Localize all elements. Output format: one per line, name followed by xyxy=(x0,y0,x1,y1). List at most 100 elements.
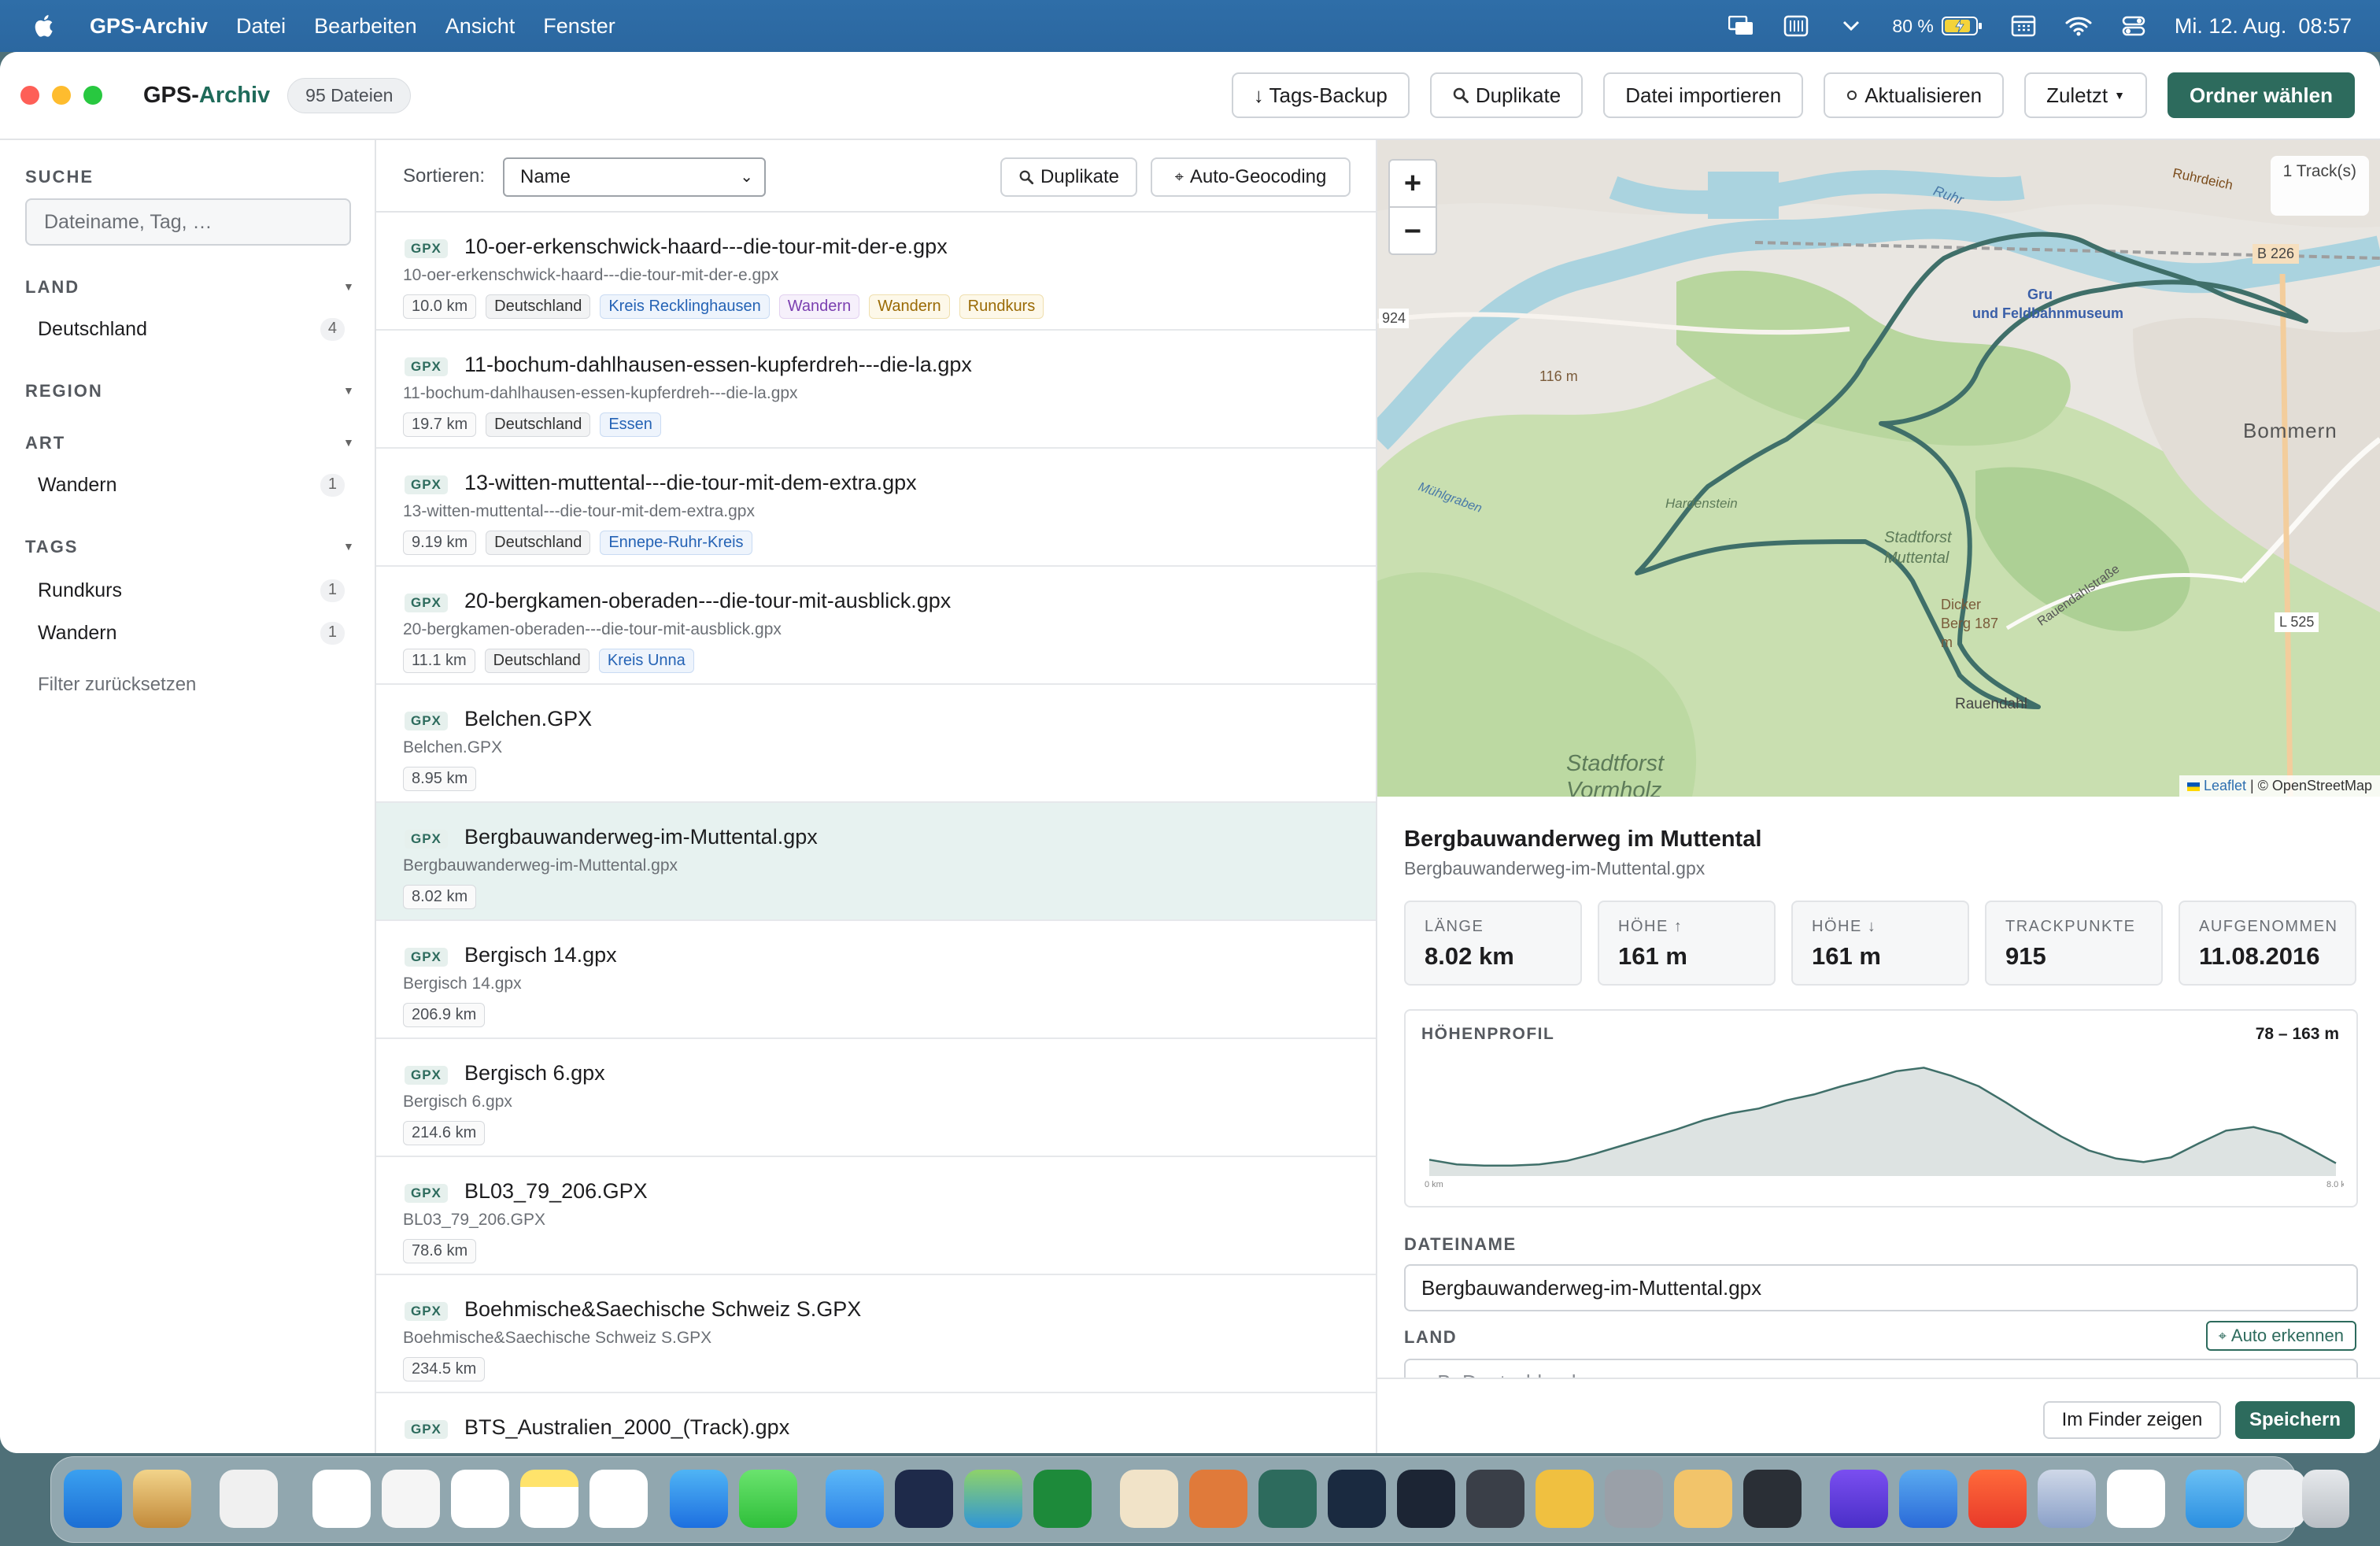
activity-icon[interactable] xyxy=(1328,1470,1386,1528)
trash-icon[interactable] xyxy=(2302,1470,2349,1528)
file-row[interactable]: GPX Bergisch 6.gpx Bergisch 6.gpx 214.6 … xyxy=(376,1039,1376,1157)
calendar-icon[interactable] xyxy=(589,1470,648,1528)
burst-app-icon[interactable] xyxy=(1968,1470,2027,1528)
art-heading[interactable]: ART xyxy=(25,433,65,453)
launchpad-icon[interactable] xyxy=(220,1470,278,1528)
chevron-down-icon[interactable] xyxy=(1837,14,1865,38)
file-row[interactable]: GPX BL03_79_206.GPX BL03_79_206.GPX 78.6… xyxy=(376,1157,1376,1275)
gps-archiv-icon[interactable] xyxy=(1258,1470,1317,1528)
mail-icon[interactable] xyxy=(826,1470,884,1528)
sidebar-item-deutschland[interactable]: Deutschland 4 xyxy=(38,318,345,341)
menu-datei[interactable]: Datei xyxy=(236,14,286,39)
recent-dropdown[interactable]: Zuletzt ▼ xyxy=(2024,72,2147,118)
tags-heading[interactable]: TAGS xyxy=(25,537,78,557)
finder-icon[interactable] xyxy=(64,1470,122,1528)
close-window-button[interactable] xyxy=(20,86,39,105)
file-row-selected[interactable]: GPX Bergbauwanderweg-im-Muttental.gpx Be… xyxy=(376,803,1376,921)
sort-select[interactable]: Name ⌄ xyxy=(503,157,766,197)
tags-caret-icon[interactable]: ▼ xyxy=(343,540,354,553)
compass-icon[interactable] xyxy=(1397,1470,1455,1528)
keyboard-icon[interactable] xyxy=(1782,14,1810,38)
pages-icon[interactable] xyxy=(133,1470,191,1528)
keyboard-app-icon[interactable] xyxy=(1743,1470,1802,1528)
file-row[interactable]: GPX 20-bergkamen-oberaden---die-tour-mit… xyxy=(376,567,1376,685)
messages-icon[interactable] xyxy=(739,1470,797,1528)
wifi-icon[interactable] xyxy=(2064,14,2093,38)
numbers-icon[interactable] xyxy=(1033,1470,1092,1528)
sidebar-tag-wandern[interactable]: Wandern 1 xyxy=(38,622,345,645)
archive-app-icon[interactable] xyxy=(1674,1470,1732,1528)
drive-icon[interactable] xyxy=(2247,1470,2305,1528)
refresh-icon xyxy=(1847,91,1857,100)
folder-app-icon[interactable] xyxy=(1189,1470,1247,1528)
region-heading[interactable]: REGION xyxy=(25,381,103,401)
music-app-icon[interactable] xyxy=(1120,1470,1178,1528)
auto-detect-button[interactable]: ⌖ Auto erkennen xyxy=(2205,1321,2356,1351)
minimize-window-button[interactable] xyxy=(52,86,71,105)
preview-app-icon[interactable] xyxy=(1899,1470,1957,1528)
system-settings-icon[interactable] xyxy=(1605,1470,1663,1528)
calendar-grid-icon[interactable] xyxy=(2009,14,2038,38)
chatgpt-icon[interactable] xyxy=(1466,1470,1524,1528)
save-button[interactable]: Speichern xyxy=(2235,1401,2355,1439)
choose-folder-button[interactable]: Ordner wählen xyxy=(2167,72,2355,118)
art-caret-icon[interactable]: ▼ xyxy=(343,436,354,449)
list-duplicates-button[interactable]: Duplikate xyxy=(1000,157,1137,197)
layers-app-icon[interactable] xyxy=(964,1470,1022,1528)
zoom-window-button[interactable] xyxy=(83,86,102,105)
safari-icon[interactable] xyxy=(670,1470,728,1528)
file-row[interactable]: GPX BTS_Australien_2000_(Track).gpx xyxy=(376,1393,1376,1453)
menu-clock[interactable]: Mi. 12. Aug. 08:57 xyxy=(2175,14,2352,39)
file-row[interactable]: GPX 11-bochum-dahlhausen-essen-kupferdre… xyxy=(376,331,1376,449)
battery-status[interactable]: 80 % xyxy=(1892,16,1982,37)
tags-backup-button[interactable]: ↓ Tags-Backup xyxy=(1231,72,1410,118)
target-app-icon[interactable] xyxy=(1536,1470,1594,1528)
downloads-folder-icon[interactable] xyxy=(2186,1470,2244,1528)
bird-app-icon[interactable] xyxy=(382,1470,440,1528)
file-row[interactable]: GPX Boehmische&Saechische Schweiz S.GPX … xyxy=(376,1275,1376,1393)
crosshair-icon: ⌖ xyxy=(2218,1327,2227,1344)
gpx-badge: GPX xyxy=(405,948,448,967)
reset-filter-link[interactable]: Filter zurücksetzen xyxy=(38,674,196,696)
refresh-button[interactable]: Aktualisieren xyxy=(1824,72,2005,118)
track-map[interactable]: Bommern Rauendahl Stadtforst Vormholz St… xyxy=(1377,140,2380,797)
menu-ansicht[interactable]: Ansicht xyxy=(445,14,516,39)
search-input[interactable]: Dateiname, Tag, … xyxy=(25,198,351,246)
zoom-in-button[interactable]: + xyxy=(1390,161,1436,208)
file-row[interactable]: GPX 13-witten-muttental---die-tour-mit-d… xyxy=(376,449,1376,567)
wave-app-icon[interactable] xyxy=(895,1470,953,1528)
sidebar-tag-rundkurs[interactable]: Rundkurs 1 xyxy=(38,579,345,602)
leaflet-link[interactable]: Leaflet xyxy=(2204,778,2246,793)
map-label-bommern: Bommern xyxy=(2243,419,2338,442)
cylinder-app-icon[interactable] xyxy=(2038,1470,2096,1528)
s-app-icon[interactable] xyxy=(2107,1470,2165,1528)
map-label-stadtforst: Stadtforst xyxy=(1566,751,1665,776)
apple-icon[interactable] xyxy=(31,13,58,39)
notes-icon[interactable] xyxy=(520,1470,578,1528)
auto-geocoding-button[interactable]: ⌖ Auto-Geocoding xyxy=(1151,157,1351,197)
land-caret-icon[interactable]: ▼ xyxy=(343,280,354,293)
file-row[interactable]: GPX Bergisch 14.gpx Bergisch 14.gpx 206.… xyxy=(376,921,1376,1039)
track-title: Bergbauwanderweg im Muttental xyxy=(1404,827,1762,852)
import-file-button[interactable]: Datei importieren xyxy=(1603,72,1804,118)
menu-fenster[interactable]: Fenster xyxy=(543,14,615,39)
show-in-finder-button[interactable]: Im Finder zeigen xyxy=(2043,1401,2221,1439)
menu-app-name[interactable]: GPS-Archiv xyxy=(90,14,208,39)
sidebar-item-wandern[interactable]: Wandern 1 xyxy=(38,474,345,497)
photos-icon[interactable] xyxy=(312,1470,371,1528)
region-caret-icon[interactable]: ▼ xyxy=(343,384,354,397)
sidebar-item-count: 1 xyxy=(320,579,345,602)
duplicates-button[interactable]: Duplikate xyxy=(1429,72,1584,118)
zoom-out-button[interactable]: − xyxy=(1390,208,1436,255)
star-app-icon[interactable] xyxy=(1830,1470,1888,1528)
screen-mirroring-icon[interactable] xyxy=(1727,14,1755,38)
control-center-icon[interactable] xyxy=(2119,14,2148,38)
reminders-icon[interactable] xyxy=(451,1470,509,1528)
filename-input[interactable]: Bergbauwanderweg-im-Muttental.gpx xyxy=(1404,1264,2358,1311)
file-row[interactable]: GPX Belchen.GPX Belchen.GPX 8.95 km xyxy=(376,685,1376,803)
file-row[interactable]: GPX 10-oer-erkenschwick-haard---die-tour… xyxy=(376,213,1376,331)
file-tags: 78.6 km xyxy=(403,1239,477,1263)
track-count-layer-control[interactable]: 1 Track(s) xyxy=(2270,156,2369,216)
land-heading[interactable]: LAND xyxy=(25,277,79,298)
menu-bearbeiten[interactable]: Bearbeiten xyxy=(314,14,417,39)
